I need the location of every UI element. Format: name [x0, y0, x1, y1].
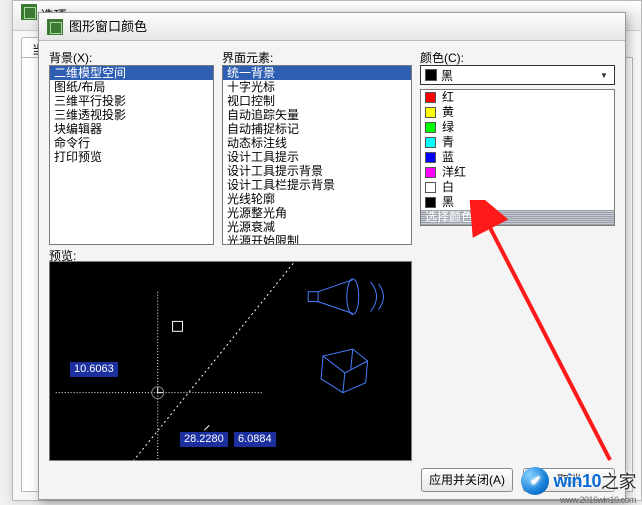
color-swatch-icon	[425, 182, 436, 193]
dialog-titlebar: 图形窗口颜色	[39, 13, 625, 41]
background-item[interactable]: 二维模型空间	[50, 66, 213, 80]
color-item-label: 红	[442, 90, 454, 105]
color-swatch-icon	[425, 152, 436, 163]
ui-element-item[interactable]: 光源衰减	[223, 220, 411, 234]
ui-element-item[interactable]: 动态标注线	[223, 136, 411, 150]
color-item[interactable]: 黑	[421, 195, 614, 210]
color-item[interactable]: 红	[421, 90, 614, 105]
watermark-brand: win10	[553, 471, 601, 492]
label-background: 背景(X):	[49, 49, 214, 65]
preview-dim-a: 10.6063	[70, 362, 118, 377]
ui-element-item[interactable]: 光源整光角	[223, 206, 411, 220]
label-preview: 预览:	[49, 247, 412, 261]
color-swatch-icon	[425, 92, 436, 103]
select-color-item[interactable]: 选择颜色...	[421, 210, 614, 225]
color-item-label: 蓝	[442, 150, 454, 165]
color-item[interactable]: 洋红	[421, 165, 614, 180]
color-combo-label: 黑	[441, 67, 453, 84]
background-listbox[interactable]: 二维模型空间图纸/布局三维平行投影三维透视投影块编辑器命令行打印预览	[49, 65, 214, 245]
camera-wireframe-icon	[308, 279, 383, 315]
watermark-suffix: 之家	[601, 468, 636, 494]
color-item[interactable]: 白	[421, 180, 614, 195]
color-item[interactable]: 蓝	[421, 150, 614, 165]
ui-element-item[interactable]: 设计工具提示背景	[223, 164, 411, 178]
color-swatch-icon	[425, 137, 436, 148]
color-item-label: 洋红	[442, 165, 466, 180]
color-item[interactable]: 黄	[421, 105, 614, 120]
preview-dim-b: 28.2280	[180, 432, 228, 447]
color-listbox[interactable]: 红黄绿青蓝洋红白黑选择颜色...	[420, 89, 615, 226]
background-item[interactable]: 三维平行投影	[50, 94, 213, 108]
color-item-label: 黄	[442, 105, 454, 120]
ui-element-item[interactable]: 自动追踪矢量	[223, 108, 411, 122]
background-item[interactable]: 命令行	[50, 136, 213, 150]
label-ui-elements: 界面元素:	[222, 49, 412, 65]
ui-element-item[interactable]: 自动捕捉标记	[223, 122, 411, 136]
color-swatch-icon	[425, 197, 436, 208]
dialog-title: 图形窗口颜色	[69, 13, 147, 41]
color-swatch-icon	[425, 167, 436, 178]
globe-icon: ✔	[521, 467, 549, 495]
color-item-label: 选择颜色...	[425, 210, 483, 225]
color-column: 黑 ▼ 红黄绿青蓝洋红白黑选择颜色...	[420, 65, 615, 461]
watermark: ✔ win10 之家 www.2016win10.com	[521, 467, 636, 495]
color-combo-swatch	[425, 69, 437, 81]
color-item[interactable]: 青	[421, 135, 614, 150]
background-item[interactable]: 打印预览	[50, 150, 213, 164]
ui-elements-listbox[interactable]: 统一背景十字光标视口控制自动追踪矢量自动捕捉标记动态标注线设计工具提示设计工具提…	[222, 65, 412, 245]
watermark-url: www.2016win10.com	[560, 495, 636, 505]
background-item[interactable]: 三维透视投影	[50, 108, 213, 122]
color-swatch-icon	[425, 122, 436, 133]
color-item-label: 绿	[442, 120, 454, 135]
preview-svg	[50, 262, 411, 460]
background-item[interactable]: 图纸/布局	[50, 80, 213, 94]
app-icon	[21, 4, 37, 20]
background-item[interactable]: 块编辑器	[50, 122, 213, 136]
preview-dim-c: 6.0884	[234, 432, 276, 447]
color-swatch-icon	[425, 107, 436, 118]
dialog-icon	[47, 19, 63, 35]
ui-element-item[interactable]: 十字光标	[223, 80, 411, 94]
color-item-label: 黑	[442, 195, 454, 210]
color-item-label: 青	[442, 135, 454, 150]
color-item[interactable]: 绿	[421, 120, 614, 135]
ui-element-item[interactable]: 统一背景	[223, 66, 411, 80]
drawing-window-colors-dialog: 图形窗口颜色 背景(X): 界面元素: 颜色(C): 二维模型空间图纸/布局三维…	[38, 12, 626, 500]
label-color: 颜色(C):	[420, 49, 615, 65]
color-combobox[interactable]: 黑 ▼	[420, 65, 615, 85]
ui-element-item[interactable]: 设计工具提示	[223, 150, 411, 164]
box-wireframe-icon	[321, 349, 368, 393]
color-item-label: 白	[442, 180, 454, 195]
preview-pane: 10.6063 28.2280 6.0884	[49, 261, 412, 461]
apply-close-button[interactable]: 应用并关闭(A)	[421, 468, 513, 492]
ui-element-item[interactable]: 设计工具栏提示背景	[223, 178, 411, 192]
chevron-down-icon: ▼	[596, 68, 612, 82]
ui-element-item[interactable]: 视口控制	[223, 94, 411, 108]
ui-element-item[interactable]: 光线轮廓	[223, 192, 411, 206]
ui-element-item[interactable]: 光源开始限制	[223, 234, 411, 245]
